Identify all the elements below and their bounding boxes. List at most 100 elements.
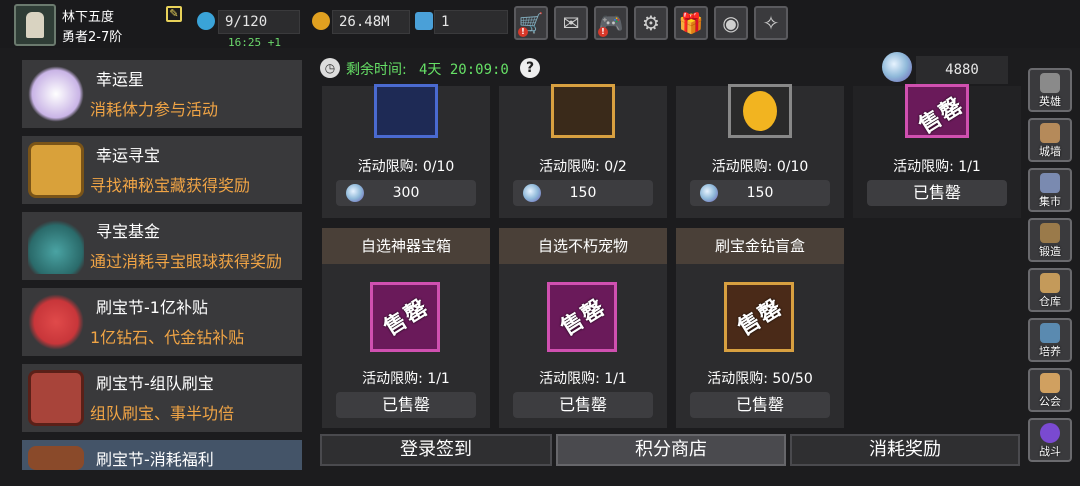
help-icon[interactable]: ?	[520, 58, 540, 78]
shop-item-image	[551, 84, 615, 138]
shop-item-title: 刷宝金钻盲盒	[676, 228, 844, 264]
nav-label: 公会	[1039, 395, 1061, 408]
purchase-limit: 活动限购: 1/1	[893, 159, 981, 175]
tab-points-shop[interactable]: 积分商店	[556, 434, 786, 466]
sparkle-icon[interactable]: ✧	[754, 6, 788, 40]
sold-out-stamp: 售罄	[379, 294, 434, 342]
shop-card: 活动限购: 0/10 300	[322, 84, 490, 218]
tab-consumption-reward[interactable]: 消耗奖励	[790, 434, 1020, 466]
gift-icon[interactable]: 🎁	[674, 6, 708, 40]
nav-label: 集市	[1039, 195, 1061, 208]
shop-card: 活动限购: 0/2 150	[499, 84, 667, 218]
shop-card: 自选不朽宠物 售罄 活动限购: 1/1 已售罄	[499, 228, 667, 428]
cart-icon[interactable]: 🛒!	[514, 6, 548, 40]
sidebar-item-desc: 通过消耗寻宝眼球获得奖励	[90, 252, 283, 271]
top-bar: 林下五度 勇者2-7阶 ✎ 9/120 16:25 +1 26.48M 1 🛒!…	[0, 0, 1080, 49]
sidebar-item-treasure-fund[interactable]: 寻宝基金 通过消耗寻宝眼球获得奖励	[22, 212, 302, 280]
treasure-box-icon	[28, 142, 84, 198]
price: 300	[392, 185, 420, 201]
gamepad-icon[interactable]: 🎮!	[594, 6, 628, 40]
chest-icon	[28, 446, 84, 470]
nav-wall[interactable]: 城墙	[1028, 118, 1072, 162]
sold-out-stamp: 售罄	[733, 294, 788, 342]
anvil-icon	[1040, 223, 1060, 243]
shop-card: 活动限购: 0/10 150	[676, 84, 844, 218]
sidebar-item-title: 刷宝节-组队刷宝	[96, 374, 214, 393]
nav-guild[interactable]: 公会	[1028, 368, 1072, 412]
nav-battle[interactable]: 战斗	[1028, 418, 1072, 462]
price: 150	[746, 185, 774, 201]
shop-item-image	[374, 84, 438, 138]
gem-value: 1	[434, 10, 508, 34]
gem-icon	[523, 184, 541, 202]
gear-icon[interactable]: ⚙	[634, 6, 668, 40]
stamina-value: 9/120	[218, 10, 300, 34]
nav-hero[interactable]: 英雄	[1028, 68, 1072, 112]
nav-label: 锻造	[1039, 245, 1061, 258]
gem-icon	[346, 184, 364, 202]
shop-card: 售罄 活动限购: 1/1 已售罄	[853, 84, 1021, 218]
red-flower-icon	[28, 294, 84, 350]
nav-warehouse[interactable]: 仓库	[1028, 268, 1072, 312]
sidebar-item-desc: 寻找神秘宝藏获得奖励	[90, 176, 251, 195]
red-chest-icon	[28, 370, 84, 426]
sidebar-item-lucky-star[interactable]: 幸运星 消耗体力参与活动	[22, 60, 302, 128]
sold-out-button: 已售罄	[690, 392, 830, 418]
potion-jar-icon	[28, 218, 84, 274]
nav-market[interactable]: 集市	[1028, 168, 1072, 212]
shop-item-title: 自选不朽宠物	[499, 228, 667, 264]
player-avatar[interactable]	[14, 4, 56, 46]
stamina-icon	[197, 12, 215, 30]
sidebar-item-lucky-treasure[interactable]: 幸运寻宝 寻找神秘宝藏获得奖励	[22, 136, 302, 204]
sidebar-item-subsidy[interactable]: 刷宝节-1亿补贴 1亿钻石、代金钻补贴	[22, 288, 302, 356]
gem-currency-icon	[882, 52, 912, 82]
shop-card: 刷宝金钻盲盒 售罄 活动限购: 50/50 已售罄	[676, 228, 844, 428]
purchase-limit: 活动限购: 50/50	[707, 371, 813, 387]
warehouse-icon	[1040, 273, 1060, 293]
gem-icon	[700, 184, 718, 202]
star-gem-icon	[28, 66, 84, 122]
shop-item-title: 自选神器宝箱	[322, 228, 490, 264]
wall-icon	[1040, 123, 1060, 143]
sidebar-item-desc: 消耗体力参与活动	[90, 100, 219, 119]
chalice-icon	[1040, 323, 1060, 343]
coin-icon	[743, 91, 777, 131]
aperture-icon[interactable]: ◉	[714, 6, 748, 40]
sidebar-item-title: 幸运寻宝	[96, 146, 161, 165]
sold-out-button: 已售罄	[513, 392, 653, 418]
market-icon	[1040, 173, 1060, 193]
sidebar-item-title: 刷宝节-消耗福利	[96, 450, 214, 469]
edit-icon[interactable]: ✎	[166, 6, 182, 22]
sidebar-item-title: 幸运星	[96, 70, 145, 89]
gold-icon	[312, 12, 330, 30]
sold-out-stamp: 售罄	[556, 294, 611, 342]
buy-button[interactable]: 300	[336, 180, 476, 206]
helmet-icon	[1040, 73, 1060, 93]
mail-icon[interactable]: ✉	[554, 6, 588, 40]
sidebar-item-consumption[interactable]: 刷宝节-消耗福利	[22, 440, 302, 470]
nav-label: 战斗	[1039, 445, 1061, 458]
shop-item-image	[728, 84, 792, 138]
tab-login-checkin[interactable]: 登录签到	[320, 434, 552, 466]
purchase-limit: 活动限购: 0/2	[539, 159, 627, 175]
shop-item-image: 售罄	[724, 282, 794, 352]
time-value: 4天 20:09:0	[419, 62, 509, 78]
stamina-timer: 16:25 +1	[228, 36, 281, 49]
nav-forge[interactable]: 锻造	[1028, 218, 1072, 262]
sidebar-item-title: 刷宝节-1亿补贴	[96, 298, 208, 317]
buy-button[interactable]: 150	[690, 180, 830, 206]
buy-button[interactable]: 150	[513, 180, 653, 206]
sidebar-item-team[interactable]: 刷宝节-组队刷宝 组队刷宝、事半功倍	[22, 364, 302, 432]
purchase-limit: 活动限购: 1/1	[539, 371, 627, 387]
guild-icon	[1040, 373, 1060, 393]
nav-label: 培养	[1039, 345, 1061, 358]
sold-out-stamp: 售罄	[914, 92, 969, 140]
sidebar-item-desc: 1亿钻石、代金钻补贴	[90, 328, 245, 347]
player-rank: 勇者2-7阶	[62, 30, 123, 45]
sidebar-item-desc: 组队刷宝、事半功倍	[90, 404, 235, 423]
price: 150	[569, 185, 597, 201]
nav-train[interactable]: 培养	[1028, 318, 1072, 362]
gold-value: 26.48M	[332, 10, 410, 34]
sidebar-item-title: 寻宝基金	[96, 222, 161, 241]
gem-total: 4880	[916, 56, 1008, 84]
